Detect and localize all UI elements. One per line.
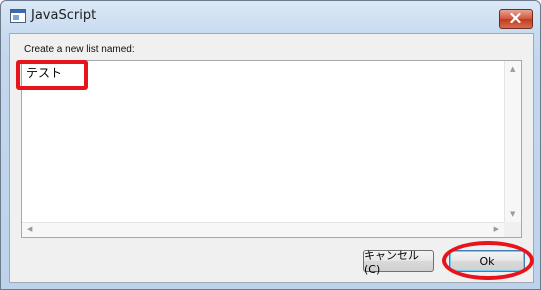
scroll-right-arrow-icon[interactable]: ▶ [494, 226, 499, 233]
scrollbar-corner [504, 222, 521, 237]
close-button[interactable] [499, 9, 533, 29]
list-name-field[interactable]: テスト ▲ ▼ ◀ ▶ [21, 60, 522, 238]
window-icon [10, 9, 26, 23]
close-icon [510, 13, 521, 23]
scroll-down-arrow-icon[interactable]: ▼ [510, 211, 515, 218]
scroll-up-arrow-icon[interactable]: ▲ [510, 66, 515, 73]
dialog-body: Create a new list named: テスト ▲ ▼ ◀ ▶ キャン… [9, 33, 534, 283]
cancel-button[interactable]: キャンセル(C) [363, 249, 434, 276]
scroll-left-arrow-icon[interactable]: ◀ [27, 226, 32, 233]
dialog-window: JavaScript Create a new list named: テスト … [0, 0, 541, 290]
title-bar[interactable]: JavaScript [1, 1, 540, 33]
horizontal-scrollbar[interactable]: ◀ ▶ [22, 222, 504, 237]
prompt-label: Create a new list named: [24, 44, 135, 55]
ok-button[interactable]: Ok [449, 250, 525, 272]
window-title: JavaScript [31, 8, 97, 23]
vertical-scrollbar[interactable]: ▲ ▼ [504, 61, 521, 222]
list-name-input[interactable]: テスト [23, 62, 504, 222]
